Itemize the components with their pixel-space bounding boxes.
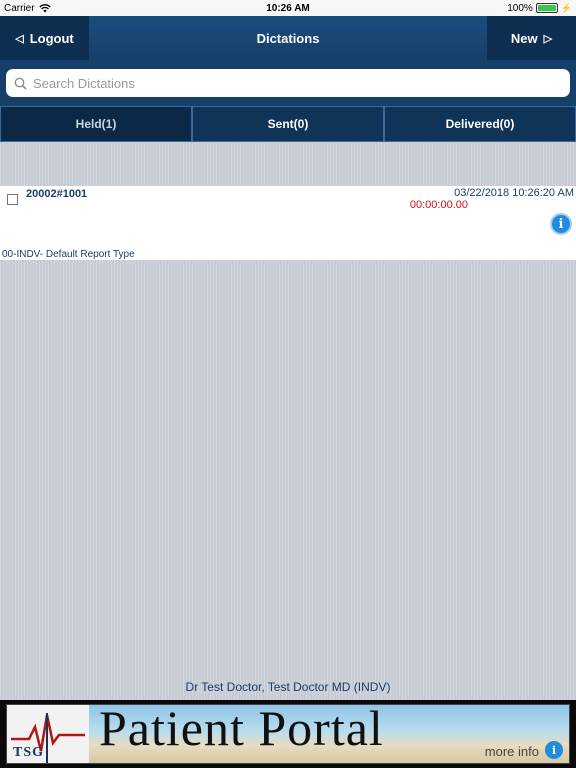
doctor-name: Dr Test Doctor, Test Doctor MD (INDV) (185, 680, 391, 694)
report-type: 00-INDV- Default Report Type (2, 249, 135, 260)
wifi-icon (38, 3, 51, 12)
new-button[interactable]: New ▷ (487, 16, 576, 60)
list-item[interactable]: 20002#1001 03/22/2018 10:26:20 AM 00:00:… (0, 186, 576, 260)
logout-label: Logout (29, 30, 74, 46)
tab-sent[interactable]: Sent(0) (192, 106, 384, 142)
logo-text: TSG (13, 745, 45, 760)
charging-icon: ⚡ (560, 2, 572, 13)
new-label: New (510, 30, 538, 46)
banner-info-icon[interactable]: i (545, 741, 563, 759)
chevron-right-icon: ▷ (543, 32, 553, 45)
dictation-duration: 00:00:00.00 (409, 199, 468, 211)
logout-button[interactable]: ◁ Logout (0, 16, 89, 60)
search-icon (14, 77, 27, 90)
tab-held[interactable]: Held(1) (0, 106, 192, 142)
banner-inner: TSG Patient Portal more info i (6, 704, 570, 764)
dictation-id: 20002#1001 (26, 188, 88, 200)
more-info-link[interactable]: more info (485, 744, 539, 759)
item-checkbox[interactable] (7, 194, 18, 205)
carrier-label: Carrier (4, 2, 35, 14)
nav-bar: ◁ Logout Dictations New ▷ (0, 16, 576, 60)
banner-title: Patient Portal (99, 704, 384, 756)
dictation-datetime: 03/22/2018 10:26:20 AM (454, 187, 574, 199)
tab-delivered[interactable]: Delivered(0) (384, 106, 576, 142)
status-time: 10:26 AM (266, 2, 310, 14)
search-input[interactable] (33, 75, 562, 91)
search-bar (0, 60, 576, 106)
info-icon[interactable]: i (550, 213, 572, 235)
status-bar: Carrier 10:26 AM 100% ⚡ (0, 0, 576, 16)
battery-percent: 100% (507, 2, 533, 14)
status-tabs: Held(1) Sent(0) Delivered(0) (0, 106, 576, 142)
page-title: Dictations (256, 30, 320, 46)
status-left: Carrier (4, 3, 51, 14)
chevron-left-icon: ◁ (15, 32, 24, 45)
patient-portal-banner[interactable]: TSG Patient Portal more info i (0, 700, 576, 768)
dictation-list: 20002#1001 03/22/2018 10:26:20 AM 00:00:… (0, 142, 576, 700)
battery-icon (535, 3, 558, 13)
status-right: 100% ⚡ (507, 3, 572, 14)
tsg-logo: TSG (7, 705, 89, 763)
battery-fill (537, 5, 556, 11)
search-box[interactable] (6, 69, 570, 97)
